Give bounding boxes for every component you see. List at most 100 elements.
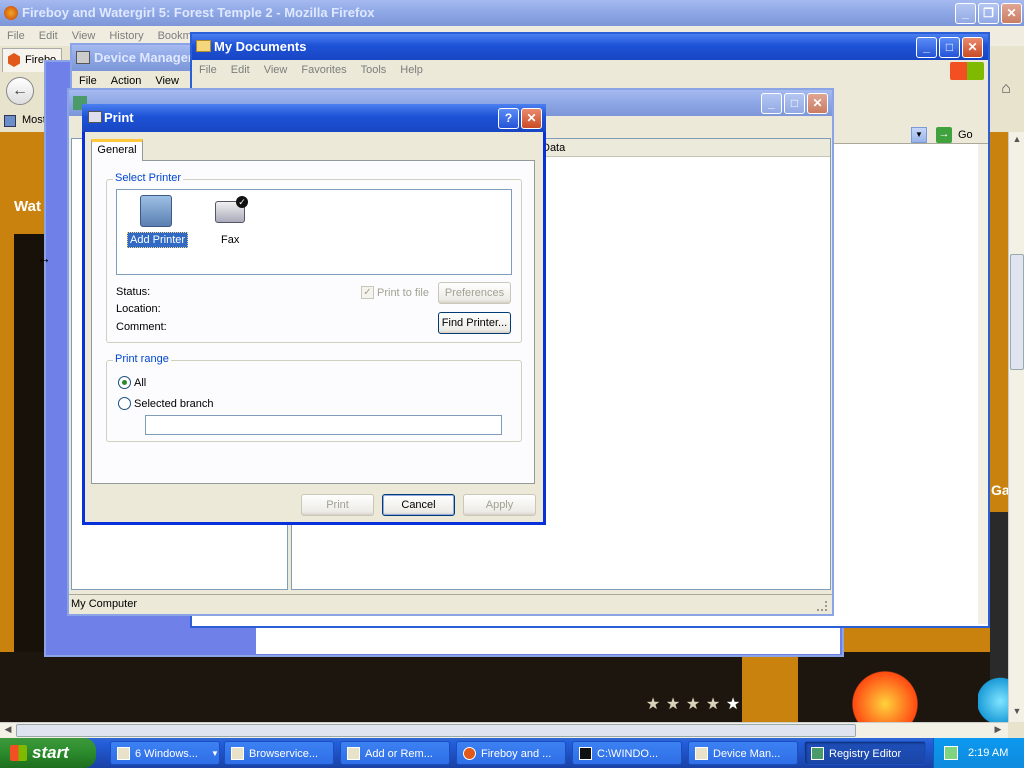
print-range-label: Print range (113, 353, 171, 365)
mydocs-minimize-button[interactable]: _ (916, 37, 937, 58)
printer-item-add-printer[interactable]: Add Printer (125, 195, 189, 249)
regedit-minimize-button[interactable]: _ (761, 93, 782, 114)
task-registry-editor[interactable]: Registry Editor (804, 741, 926, 765)
task-label-2: Add or Rem... (365, 748, 433, 760)
back-arrow-icon: ← (12, 82, 28, 99)
task-add-remove[interactable]: Add or Rem... (340, 741, 450, 765)
star-icon[interactable]: ★ (725, 697, 741, 713)
task-device-manager[interactable]: Device Man... (688, 741, 798, 765)
bookmark-most-visited[interactable]: Most (22, 114, 46, 126)
md-menu-view[interactable]: View (257, 60, 295, 76)
task-label-1: Browservice... (249, 748, 319, 760)
cmd-task-icon (579, 747, 592, 760)
add-printer-icon (140, 195, 172, 227)
print-close-button[interactable]: ✕ (521, 108, 542, 129)
scroll-thumb[interactable] (1010, 254, 1024, 370)
radio-dot-icon (122, 380, 127, 385)
md-menu-help[interactable]: Help (393, 60, 430, 76)
md-menu-favorites[interactable]: Favorites (294, 60, 353, 76)
print-dialog-titlebar[interactable]: Print ? ✕ (82, 104, 546, 132)
range-all-radio[interactable] (118, 376, 131, 389)
task-windows-group[interactable]: 6 Windows... ▼ (110, 741, 220, 765)
firefox-horizontal-scrollbar[interactable]: ◀ ▶ (0, 722, 1008, 738)
printer-label-add-printer: Add Printer (127, 232, 189, 248)
printer-label-fax: Fax (221, 234, 240, 246)
app-task-icon (231, 747, 244, 760)
scroll-up-arrow-icon[interactable]: ▲ (1011, 134, 1023, 146)
task-browservice[interactable]: Browservice... (224, 741, 334, 765)
firefox-menu-view[interactable]: View (65, 26, 103, 42)
bookmark-icon (4, 115, 16, 127)
my-documents-titlebar[interactable]: My Documents _ □ ✕ (192, 34, 988, 60)
md-menu-edit[interactable]: Edit (224, 60, 257, 76)
task-cmd[interactable]: C:\WINDO... (572, 741, 682, 765)
printer-icon (88, 111, 102, 123)
resize-grip-icon[interactable] (817, 601, 827, 611)
firefox-vertical-scrollbar[interactable]: ▲ ▼ (1008, 132, 1024, 722)
regedit-maximize-button[interactable]: □ (784, 93, 805, 114)
browservice-content (256, 628, 840, 654)
print-dialog-title: Print (104, 110, 134, 125)
print-to-file-checkbox[interactable]: ✓ (361, 286, 374, 299)
hscroll-right-arrow-icon[interactable]: ▶ (992, 724, 1004, 736)
hscroll-left-arrow-icon[interactable]: ◀ (2, 724, 14, 736)
find-printer-button[interactable]: Find Printer... (438, 312, 511, 334)
task-label-3: Fireboy and ... (481, 748, 552, 760)
star-icon[interactable]: ★ (705, 697, 721, 713)
clock[interactable]: 2:19 AM (968, 747, 1008, 759)
selected-branch-input[interactable] (145, 415, 502, 435)
game-canvas-bottom[interactable] (0, 652, 990, 722)
md-menu-tools[interactable]: Tools (354, 60, 394, 76)
hscroll-thumb[interactable] (16, 724, 856, 737)
mydocs-maximize-button[interactable]: □ (939, 37, 960, 58)
firefox-menu-file[interactable]: File (0, 26, 32, 42)
apply-button[interactable]: Apply (463, 494, 536, 516)
start-button[interactable]: start (0, 738, 96, 768)
system-tray: 2:19 AM (933, 738, 1024, 768)
print-to-file-label[interactable]: Print to file (377, 287, 429, 299)
go-button[interactable]: → Go (934, 126, 982, 144)
regedit-close-button[interactable]: ✕ (807, 93, 828, 114)
firefox-titlebar[interactable]: Fireboy and Watergirl 5: Forest Temple 2… (0, 0, 1024, 26)
mydocs-scrollbar[interactable] (978, 144, 988, 624)
mydocs-close-button[interactable]: ✕ (962, 37, 983, 58)
range-all-label[interactable]: All (134, 377, 146, 389)
folder-icon (196, 40, 211, 52)
task-firefox[interactable]: Fireboy and ... (456, 741, 566, 765)
firefox-icon (4, 6, 18, 20)
page-heading-left: Wat (14, 198, 41, 215)
comment-label: Comment: (116, 321, 167, 333)
address-dropdown-arrow-icon[interactable]: ▼ (911, 127, 927, 143)
star-icon[interactable]: ★ (665, 697, 681, 713)
help-button[interactable]: ? (498, 108, 519, 129)
md-menu-file[interactable]: File (192, 60, 224, 76)
print-button[interactable]: Print (301, 494, 374, 516)
taskbar: start 6 Windows... ▼ Browservice... Add o… (0, 738, 1024, 768)
dm-menu-view[interactable]: View (148, 71, 186, 87)
my-documents-menubar: File Edit View Favorites Tools Help (192, 60, 988, 82)
scroll-down-arrow-icon[interactable]: ▼ (1011, 706, 1023, 718)
printer-item-fax[interactable]: ✓ Fax (205, 195, 257, 249)
my-documents-title: My Documents (214, 39, 307, 54)
registry-status-text: My Computer (71, 598, 138, 610)
dm-menu-action[interactable]: Action (104, 71, 149, 87)
tab-general[interactable]: General (91, 139, 143, 161)
home-icon[interactable]: ⌂ (997, 80, 1015, 98)
firefox-menu-edit[interactable]: Edit (32, 26, 65, 42)
preferences-button[interactable]: Preferences (438, 282, 511, 304)
registry-task-icon (811, 747, 824, 760)
range-selected-branch-radio[interactable] (118, 397, 131, 410)
range-selected-branch-label[interactable]: Selected branch (134, 398, 214, 410)
firefox-minimize-button[interactable]: _ (955, 3, 976, 24)
watergirl-character (978, 670, 1010, 722)
firefox-restore-button[interactable]: ❐ (978, 3, 999, 24)
firefox-menu-history[interactable]: History (102, 26, 150, 42)
dm-menu-file[interactable]: File (72, 71, 104, 87)
star-icon[interactable]: ★ (685, 697, 701, 713)
back-button[interactable]: ← (6, 77, 34, 105)
firefox-close-button[interactable]: ✕ (1001, 3, 1022, 24)
network-icon[interactable] (944, 746, 958, 760)
start-label: start (32, 743, 69, 762)
cancel-button[interactable]: Cancel (382, 494, 455, 516)
star-icon[interactable]: ★ (645, 697, 661, 713)
